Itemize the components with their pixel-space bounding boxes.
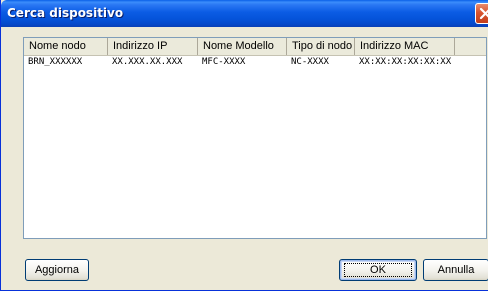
column-header-model-name[interactable]: Nome Modello: [198, 38, 287, 55]
column-header-filler: [455, 38, 486, 55]
title-bar[interactable]: Cerca dispositivo: [1, 0, 488, 27]
window-title: Cerca dispositivo: [7, 6, 124, 20]
refresh-button-label: Aggiorna: [34, 264, 80, 276]
column-header-ip-address[interactable]: Indirizzo IP: [108, 38, 198, 55]
column-header-mac-address[interactable]: Indirizzo MAC: [355, 38, 455, 55]
table-row[interactable]: BRN_XXXXXX XX.XXX.XX.XXX MFC-XXXX NC-XXX…: [24, 55, 486, 70]
cancel-button[interactable]: Annulla: [423, 259, 488, 281]
column-header-node-name[interactable]: Nome nodo: [24, 38, 108, 55]
refresh-button[interactable]: Aggiorna: [25, 259, 89, 281]
cell-mac-address: XX:XX:XX:XX:XX:XX: [359, 57, 452, 67]
cell-ip-address: XX.XXX.XX.XXX: [112, 57, 183, 67]
close-icon: [479, 7, 488, 20]
cancel-button-label: Annulla: [437, 264, 475, 276]
device-search-dialog: Cerca dispositivo Nome nodo Indirizzo IP…: [0, 0, 488, 291]
cell-node-type: NC-XXXX: [291, 57, 329, 67]
cell-node-name: BRN_XXXXXX: [28, 57, 83, 67]
ok-button-label: OK: [370, 264, 386, 276]
device-list[interactable]: Nome nodo Indirizzo IP Nome Modello Tipo…: [23, 37, 487, 239]
ok-button[interactable]: OK: [339, 259, 417, 281]
cell-model-name: MFC-XXXX: [202, 57, 246, 67]
column-header-node-type[interactable]: Tipo di nodo: [287, 38, 355, 55]
close-button[interactable]: [475, 3, 488, 24]
list-header: Nome nodo Indirizzo IP Nome Modello Tipo…: [24, 38, 486, 56]
